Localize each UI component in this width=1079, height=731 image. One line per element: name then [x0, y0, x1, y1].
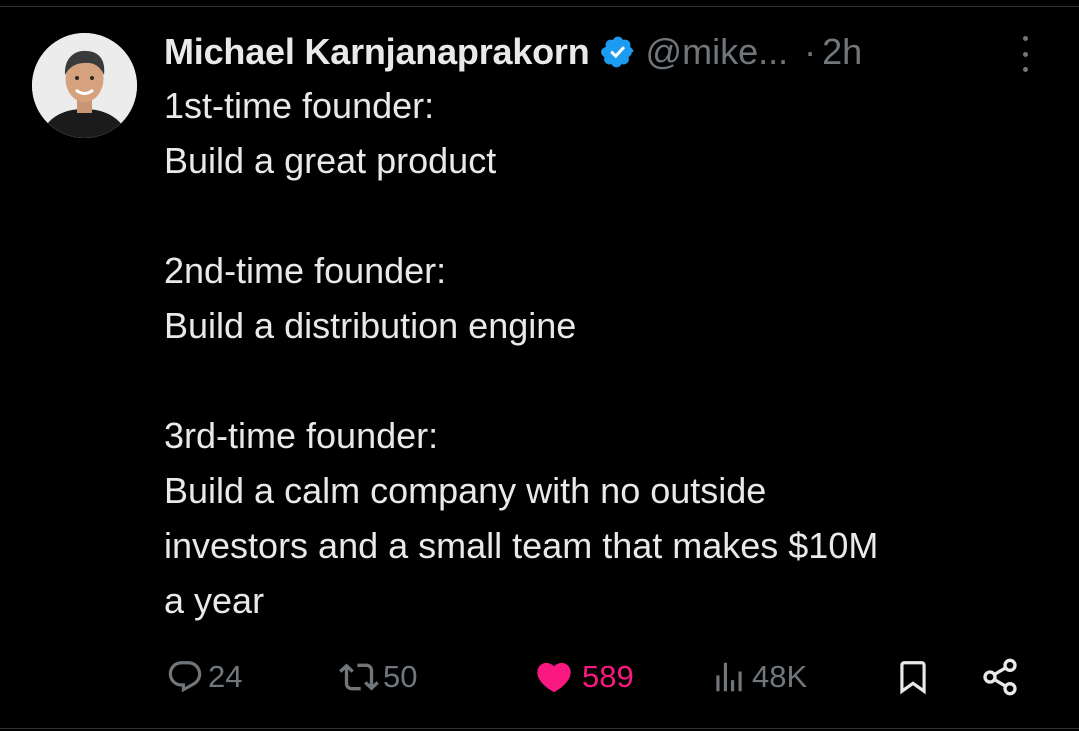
tweet-line: 2nd-time founder:: [164, 250, 447, 291]
bottom-divider: [0, 728, 1079, 729]
tweet-actions-bar: 24 50 589 48K: [164, 652, 1034, 702]
top-divider: [0, 6, 1079, 7]
like-button[interactable]: 589: [534, 652, 634, 702]
like-count: 589: [582, 659, 634, 694]
verified-badge-icon: [600, 34, 636, 70]
author-handle[interactable]: @mike...: [646, 31, 789, 73]
views-button[interactable]: 48K: [710, 652, 807, 702]
tweet-line: Build a distribution engine: [164, 305, 577, 346]
tweet-header: Michael Karnjanaprakorn @mike... · 2h: [164, 30, 1039, 74]
tweet-line: 3rd-time founder:: [164, 415, 439, 456]
tweet-line: a year: [164, 580, 265, 621]
tweet-line: investors and a small team that makes $1…: [164, 525, 879, 566]
bookmark-button[interactable]: [894, 652, 932, 702]
repost-count: 50: [383, 659, 418, 694]
separator-dot: ·: [804, 31, 817, 72]
tweet-line: Build a great product: [164, 140, 497, 181]
author-display-name[interactable]: Michael Karnjanaprakorn: [164, 31, 590, 73]
tweet-text: 1st-time founder: Build a great product …: [164, 78, 1044, 628]
repost-button[interactable]: 50: [339, 652, 417, 702]
views-count: 48K: [752, 659, 808, 694]
tweet-line: Build a calm company with no outside: [164, 470, 767, 511]
tweet-line: 1st-time founder:: [164, 85, 435, 126]
heart-icon: [534, 657, 574, 697]
more-options-icon[interactable]: [1013, 36, 1037, 72]
share-button[interactable]: [980, 652, 1020, 702]
avatar[interactable]: [32, 33, 137, 138]
reply-button[interactable]: 24: [166, 652, 242, 702]
reply-icon: [166, 658, 204, 696]
repost-icon: [339, 657, 379, 697]
tweet-timestamp[interactable]: 2h: [822, 31, 862, 73]
reply-count: 24: [208, 659, 243, 694]
share-icon: [980, 657, 1020, 697]
views-icon: [710, 658, 748, 696]
bookmark-icon: [894, 658, 932, 696]
